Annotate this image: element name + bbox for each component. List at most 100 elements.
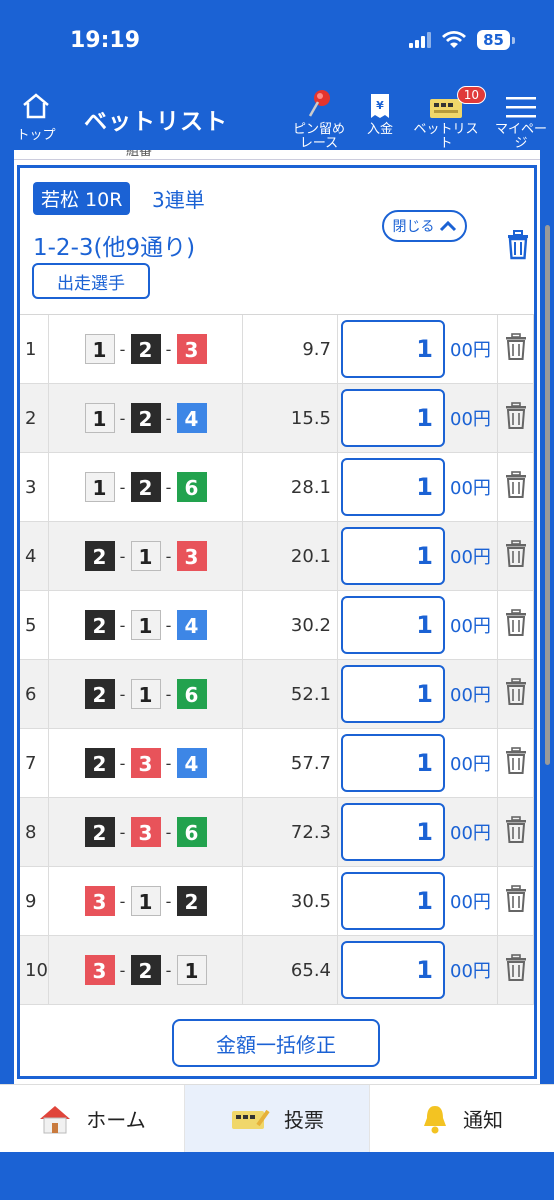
- delete-row-button[interactable]: [498, 798, 534, 866]
- bet-type: 3連単: [152, 188, 205, 212]
- delete-row-button[interactable]: [498, 867, 534, 935]
- amount-input[interactable]: 1: [341, 596, 445, 654]
- home-button[interactable]: トップ: [12, 92, 60, 143]
- row-amount-cell: 1 00円: [338, 660, 498, 728]
- collapse-label: 閉じる: [392, 219, 435, 235]
- bulk-edit-button[interactable]: 金額一括修正: [172, 1019, 380, 1067]
- table-row: 3 1-2-6 28.1 1 00円: [20, 453, 534, 522]
- table-row: 1 1-2-3 9.7 1 00円: [20, 315, 534, 384]
- combo-summary: 1-2-3(他9通り): [33, 235, 196, 261]
- bottom-tabbar: ホーム 投票 通知: [0, 1084, 554, 1152]
- amount-input[interactable]: 1: [341, 941, 445, 999]
- delete-row-button[interactable]: [498, 522, 534, 590]
- amount-input[interactable]: 1: [341, 320, 445, 378]
- trash-icon: [505, 333, 527, 365]
- combo-separator: -: [165, 891, 172, 911]
- collapse-button[interactable]: 閉じる: [382, 210, 467, 242]
- row-combination: 2-1-4: [49, 591, 243, 659]
- amount-input[interactable]: 1: [341, 389, 445, 447]
- combo-separator: -: [119, 408, 126, 428]
- table-row: 10 3-2-1 65.4 1 00円: [20, 936, 534, 1005]
- tab-vote[interactable]: 投票: [185, 1085, 370, 1152]
- wifi-icon: [442, 31, 467, 48]
- amount-input[interactable]: 1: [341, 803, 445, 861]
- row-amount-cell: 1 00円: [338, 522, 498, 590]
- racers-button[interactable]: 出走選手: [32, 263, 150, 299]
- scrollbar[interactable]: [545, 225, 550, 765]
- pin-race-button[interactable]: ピン留め レース: [288, 90, 350, 151]
- amount-input[interactable]: 1: [341, 527, 445, 585]
- tab-notify-label: 通知: [463, 1108, 503, 1132]
- amount-input[interactable]: 1: [341, 734, 445, 792]
- boat-number-badge: 1: [84, 472, 115, 502]
- betlist-label: ベットリスト: [413, 122, 479, 151]
- boat-number-badge: 2: [84, 679, 115, 709]
- tab-notify[interactable]: 通知: [370, 1085, 554, 1152]
- delete-row-button[interactable]: [498, 384, 534, 452]
- delete-all-button[interactable]: [506, 230, 530, 264]
- boat-number-badge: 3: [84, 955, 115, 985]
- boat-number-badge: 3: [84, 886, 115, 916]
- delete-row-button[interactable]: [498, 591, 534, 659]
- boat-number-badge: 2: [130, 334, 161, 364]
- row-amount-cell: 1 00円: [338, 384, 498, 452]
- combo-separator: -: [119, 822, 126, 842]
- boat-number-badge: 2: [176, 886, 207, 916]
- row-amount-cell: 1 00円: [338, 867, 498, 935]
- mypage-label: マイページ: [494, 122, 547, 151]
- tab-home[interactable]: ホーム: [0, 1085, 185, 1152]
- scrolled-table-header: 組番: [14, 150, 540, 160]
- trash-icon: [505, 540, 527, 572]
- boat-number-badge: 1: [130, 541, 161, 571]
- boat-number-badge: 4: [176, 748, 207, 778]
- boat-number-badge: 3: [130, 817, 161, 847]
- boat-number-badge: 2: [84, 610, 115, 640]
- combo-separator: -: [119, 477, 126, 497]
- row-number: 8: [20, 798, 49, 866]
- boat-number-badge: 1: [176, 955, 207, 985]
- row-number: 6: [20, 660, 49, 728]
- row-amount-cell: 1 00円: [338, 936, 498, 1004]
- row-number: 9: [20, 867, 49, 935]
- row-amount-cell: 1 00円: [338, 591, 498, 659]
- amount-unit: 00円: [450, 340, 491, 361]
- delete-row-button[interactable]: [498, 315, 534, 383]
- combo-separator: -: [119, 753, 126, 773]
- status-icons: 85: [409, 30, 515, 50]
- row-combination: 2-3-4: [49, 729, 243, 797]
- boat-number-badge: 3: [176, 541, 207, 571]
- menu-icon: [506, 97, 536, 118]
- amount-input[interactable]: 1: [341, 458, 445, 516]
- amount-input[interactable]: 1: [341, 872, 445, 930]
- delete-row-button[interactable]: [498, 453, 534, 521]
- combo-separator: -: [165, 684, 172, 704]
- boat-number-badge: 1: [84, 403, 115, 433]
- row-number: 10: [20, 936, 49, 1004]
- amount-unit: 00円: [450, 547, 491, 568]
- amount-unit: 00円: [450, 685, 491, 706]
- delete-row-button[interactable]: [498, 729, 534, 797]
- row-number: 7: [20, 729, 49, 797]
- bell-icon: [424, 1105, 446, 1133]
- delete-row-button[interactable]: [498, 660, 534, 728]
- betlist-badge: 10: [456, 86, 486, 104]
- row-odds: 52.1: [243, 660, 338, 728]
- amount-unit: 00円: [450, 616, 491, 637]
- betlist-button[interactable]: 10 ベットリスト: [412, 86, 486, 151]
- deposit-button[interactable]: ¥ 入金: [360, 90, 400, 137]
- amount-input[interactable]: 1: [341, 665, 445, 723]
- pin-race-label: ピン留め レース: [292, 122, 345, 151]
- svg-text:¥: ¥: [376, 99, 384, 112]
- delete-row-button[interactable]: [498, 936, 534, 1004]
- amount-unit: 00円: [450, 961, 491, 982]
- table-row: 7 2-3-4 57.7 1 00円: [20, 729, 534, 798]
- trash-icon: [508, 230, 528, 260]
- combo-separator: -: [165, 546, 172, 566]
- mypage-button[interactable]: マイページ: [490, 90, 552, 151]
- amount-unit: 00円: [450, 409, 491, 430]
- boat-number-badge: 1: [130, 679, 161, 709]
- boat-number-badge: 3: [130, 748, 161, 778]
- row-combination: 3-2-1: [49, 936, 243, 1004]
- row-number: 4: [20, 522, 49, 590]
- row-number: 5: [20, 591, 49, 659]
